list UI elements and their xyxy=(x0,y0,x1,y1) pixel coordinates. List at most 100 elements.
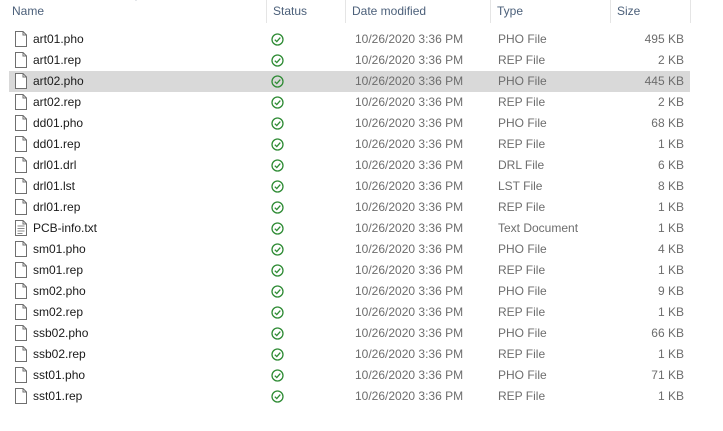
file-size: 68 KB xyxy=(651,116,684,130)
file-type: REP File xyxy=(498,137,546,151)
file-date-modified: 10/26/2020 3:36 PM xyxy=(355,326,464,340)
file-type: REP File xyxy=(498,347,546,361)
file-type: PHO File xyxy=(498,284,547,298)
file-row[interactable]: drl01.drl 10/26/2020 3:36 PM DRL File 6 KB xyxy=(9,155,690,176)
column-header-date-modified[interactable]: Date modified xyxy=(345,0,490,23)
file-icon xyxy=(15,262,27,278)
file-icon xyxy=(15,283,27,299)
file-row[interactable]: sst01.pho 10/26/2020 3:36 PM PHO File 71 KB xyxy=(9,365,690,386)
file-type: PHO File xyxy=(498,368,547,382)
check-circle-icon xyxy=(271,33,284,46)
check-circle-icon xyxy=(271,180,284,193)
file-row[interactable]: ssb02.rep 10/26/2020 3:36 PM REP File 1 KB xyxy=(9,344,690,365)
column-header-type[interactable]: Type xyxy=(490,0,610,23)
file-row[interactable]: art01.pho 10/26/2020 3:36 PM PHO File 495 K… xyxy=(9,29,690,50)
file-date-modified: 10/26/2020 3:36 PM xyxy=(355,137,464,151)
file-icon xyxy=(15,31,27,47)
file-name: art02.pho xyxy=(33,74,84,88)
file-type: REP File xyxy=(498,305,546,319)
sort-chevron-icon xyxy=(135,0,137,1)
check-circle-icon xyxy=(271,54,284,67)
file-name: sm02.rep xyxy=(33,305,84,319)
file-date-modified: 10/26/2020 3:36 PM xyxy=(355,74,464,88)
file-row[interactable]: dd01.rep 10/26/2020 3:36 PM REP File 1 KB xyxy=(9,134,690,155)
file-row[interactable]: PCB-info.txt 10/26/2020 3:36 PM Text Docum… xyxy=(9,218,690,239)
column-header-size[interactable]: Size xyxy=(610,0,690,23)
file-row[interactable]: art02.rep 10/26/2020 3:36 PM REP File 2 KB xyxy=(9,92,690,113)
file-row[interactable]: sm02.rep 10/26/2020 3:36 PM REP File 1 KB xyxy=(9,302,690,323)
column-header-status[interactable]: Status xyxy=(266,0,345,23)
file-name: art01.rep xyxy=(33,53,82,67)
file-icon xyxy=(15,388,27,404)
file-size: 6 KB xyxy=(657,158,684,172)
file-row[interactable]: art01.rep 10/26/2020 3:36 PM REP File 2 KB xyxy=(9,50,690,71)
text-document-icon xyxy=(15,220,27,236)
column-divider xyxy=(690,0,691,23)
file-size: 445 KB xyxy=(644,74,684,88)
file-date-modified: 10/26/2020 3:36 PM xyxy=(355,200,464,214)
file-name: dd01.rep xyxy=(33,137,81,151)
file-row[interactable]: drl01.rep 10/26/2020 3:36 PM REP File 1 KB xyxy=(9,197,690,218)
file-date-modified: 10/26/2020 3:36 PM xyxy=(355,347,464,361)
file-icon xyxy=(15,52,27,68)
file-row[interactable]: dd01.pho 10/26/2020 3:36 PM PHO File 68 KB xyxy=(9,113,690,134)
file-name: drl01.rep xyxy=(33,200,81,214)
file-icon xyxy=(15,115,27,131)
file-name: ssb02.pho xyxy=(33,326,89,340)
file-icon xyxy=(15,157,27,173)
file-date-modified: 10/26/2020 3:36 PM xyxy=(355,116,464,130)
file-date-modified: 10/26/2020 3:36 PM xyxy=(355,158,464,172)
file-type: LST File xyxy=(498,179,543,193)
file-size: 66 KB xyxy=(651,326,684,340)
file-size: 8 KB xyxy=(657,179,684,193)
file-date-modified: 10/26/2020 3:36 PM xyxy=(355,242,464,256)
file-size: 71 KB xyxy=(651,368,684,382)
file-row[interactable]: drl01.lst 10/26/2020 3:36 PM LST File 8 KB xyxy=(9,176,690,197)
file-type: PHO File xyxy=(498,326,547,340)
check-circle-icon xyxy=(271,285,284,298)
file-icon xyxy=(15,304,27,320)
file-type: Text Document xyxy=(498,221,579,235)
file-type: PHO File xyxy=(498,242,547,256)
file-icon xyxy=(15,136,27,152)
file-name: sst01.rep xyxy=(33,389,83,403)
file-size: 1 KB xyxy=(657,389,684,403)
file-row[interactable]: sm01.pho 10/26/2020 3:36 PM PHO File 4 KB xyxy=(9,239,690,260)
check-circle-icon xyxy=(271,222,284,235)
file-size: 2 KB xyxy=(657,95,684,109)
file-type: REP File xyxy=(498,263,546,277)
file-type: REP File xyxy=(498,53,546,67)
file-date-modified: 10/26/2020 3:36 PM xyxy=(355,284,464,298)
file-size: 4 KB xyxy=(657,242,684,256)
file-icon xyxy=(15,367,27,383)
file-size: 1 KB xyxy=(657,137,684,151)
check-circle-icon xyxy=(271,390,284,403)
check-circle-icon xyxy=(271,159,284,172)
column-header-name[interactable]: Name xyxy=(6,0,266,23)
file-date-modified: 10/26/2020 3:36 PM xyxy=(355,95,464,109)
file-row[interactable]: ssb02.pho 10/26/2020 3:36 PM PHO File 66 KB xyxy=(9,323,690,344)
file-date-modified: 10/26/2020 3:36 PM xyxy=(355,53,464,67)
file-size: 1 KB xyxy=(657,221,684,235)
file-row[interactable]: sm01.rep 10/26/2020 3:36 PM REP File 1 KB xyxy=(9,260,690,281)
file-row[interactable]: sm02.pho 10/26/2020 3:36 PM PHO File 9 KB xyxy=(9,281,690,302)
file-name: dd01.pho xyxy=(33,116,84,130)
check-circle-icon xyxy=(271,117,284,130)
file-icon xyxy=(15,94,27,110)
file-name: sm02.pho xyxy=(33,284,86,298)
file-type: PHO File xyxy=(498,74,547,88)
file-row[interactable]: sst01.rep 10/26/2020 3:36 PM REP File 1 KB xyxy=(9,386,690,407)
file-icon xyxy=(15,325,27,341)
file-date-modified: 10/26/2020 3:36 PM xyxy=(355,32,464,46)
file-name: PCB-info.txt xyxy=(33,221,98,235)
file-icon xyxy=(15,346,27,362)
file-name: drl01.drl xyxy=(33,158,77,172)
file-size: 1 KB xyxy=(657,305,684,319)
check-circle-icon xyxy=(271,75,284,88)
check-circle-icon xyxy=(271,327,284,340)
file-size: 2 KB xyxy=(657,53,684,67)
file-icon xyxy=(15,178,27,194)
file-row[interactable]: art02.pho 10/26/2020 3:36 PM PHO File 445 K… xyxy=(9,71,690,92)
file-type: PHO File xyxy=(498,116,547,130)
file-icon xyxy=(15,241,27,257)
